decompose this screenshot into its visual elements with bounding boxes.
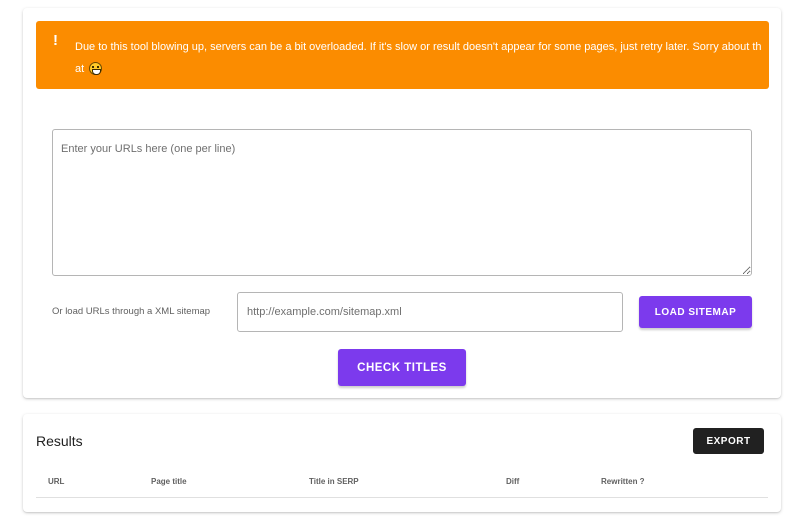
column-header-rewritten[interactable]: Rewritten ? [601, 477, 645, 486]
sitemap-url-input[interactable] [237, 292, 623, 332]
column-header-url[interactable]: URL [48, 477, 64, 486]
grinning-sweat-face-icon [89, 62, 103, 75]
alert-message: Due to this tool blowing up, servers can… [75, 41, 762, 75]
results-card: Results EXPORT URL Page title Title in S… [23, 414, 781, 512]
exclamation-icon: ! [53, 32, 58, 49]
results-table-header: URL Page title Title in SERP Diff Rewrit… [36, 470, 768, 498]
urls-textarea[interactable] [52, 129, 752, 276]
column-header-diff[interactable]: Diff [506, 477, 519, 486]
load-sitemap-button[interactable]: LOAD SITEMAP [639, 296, 752, 328]
column-header-title-in-serp[interactable]: Title in SERP [309, 477, 359, 486]
overload-alert: ! Due to this tool blowing up, servers c… [36, 21, 769, 89]
alert-message-container: Due to this tool blowing up, servers can… [75, 36, 765, 80]
column-header-page-title[interactable]: Page title [151, 477, 187, 486]
results-title: Results [36, 433, 83, 449]
check-titles-button[interactable]: CHECK TITLES [338, 349, 466, 386]
export-button[interactable]: EXPORT [693, 428, 764, 454]
sitemap-label: Or load URLs through a XML sitemap [52, 306, 211, 317]
input-card: ! Due to this tool blowing up, servers c… [23, 8, 781, 398]
